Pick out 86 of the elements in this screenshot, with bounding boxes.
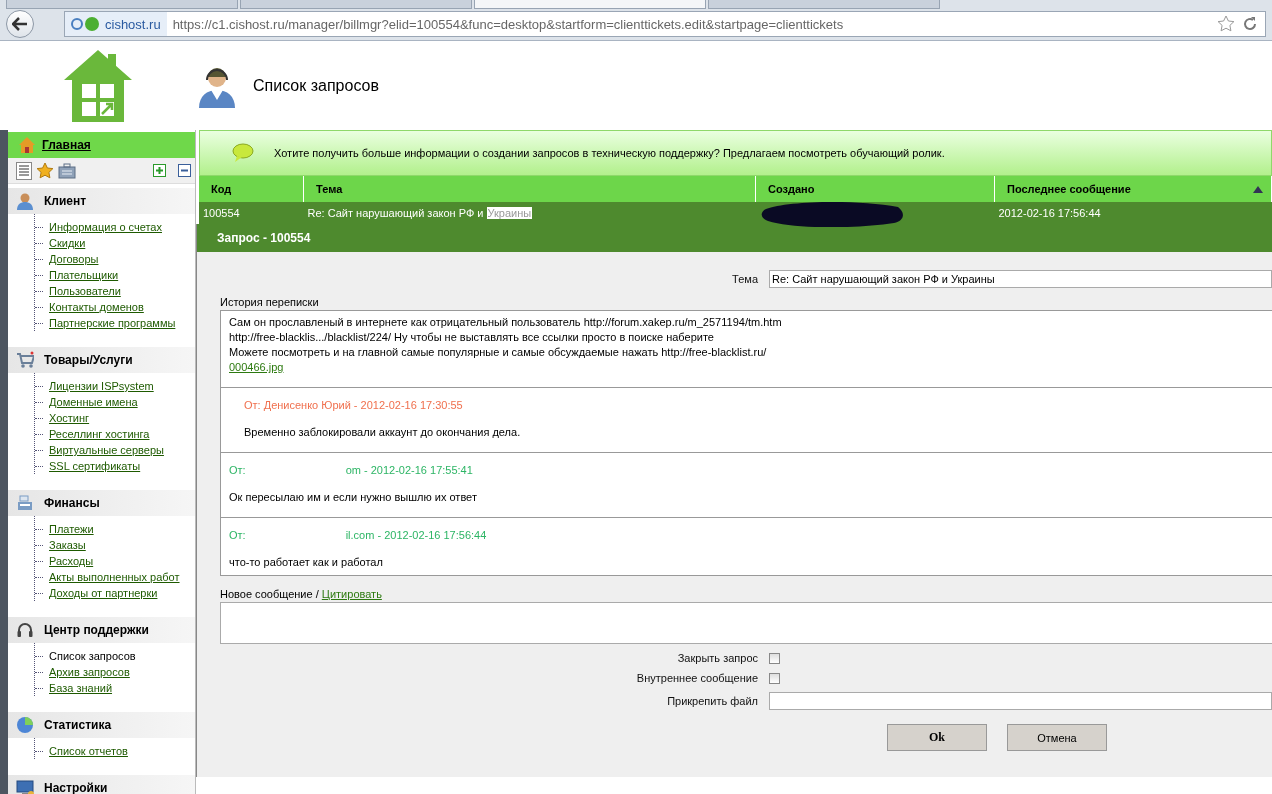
column-header[interactable]: Код bbox=[199, 176, 304, 202]
menu-link[interactable]: Хостинг bbox=[49, 412, 90, 424]
list-view-icon[interactable] bbox=[16, 161, 32, 180]
attachment-link[interactable]: 000466.jpg bbox=[229, 361, 284, 373]
menu-group-header[interactable]: Статистика bbox=[8, 712, 195, 738]
checkbox[interactable] bbox=[769, 652, 780, 664]
message-sender: От: bbox=[229, 528, 246, 543]
menu-link[interactable]: Расходы bbox=[49, 555, 94, 567]
checkbox-label: Закрыть запрос bbox=[676, 652, 758, 664]
menu-link[interactable]: Скидки bbox=[49, 237, 86, 249]
browser-tab[interactable] bbox=[474, 0, 706, 9]
back-arrow-icon bbox=[12, 17, 28, 31]
column-header[interactable]: Тема bbox=[303, 176, 756, 202]
menu-group-header[interactable]: Товары/Услуги bbox=[8, 347, 195, 373]
expand-all-icon[interactable] bbox=[153, 164, 166, 177]
message-sender: От: Денисенко Юрий - 2012-02-16 17:30:55 bbox=[244, 398, 463, 413]
menu-link[interactable]: Список отчетов bbox=[49, 745, 128, 757]
bookmark-star-icon[interactable] bbox=[1217, 15, 1235, 33]
message-sender: om - 2012-02-16 17:55:41 bbox=[345, 463, 473, 478]
topic-field[interactable]: Re: Сайт нарушающий закон РФ и Украины bbox=[769, 270, 1272, 288]
menu-link[interactable]: Контакты доменов bbox=[49, 301, 144, 313]
refresh-icon[interactable] bbox=[1241, 15, 1259, 33]
menu-link[interactable]: База знаний bbox=[49, 682, 113, 694]
table-cell: 100554 bbox=[199, 202, 304, 224]
menu-link[interactable]: Пользователи bbox=[49, 285, 121, 297]
menu-link[interactable]: Доменные имена bbox=[49, 396, 138, 408]
menu-link[interactable]: Реселлинг хостинга bbox=[49, 428, 150, 440]
section-label: История переписки bbox=[220, 296, 320, 308]
menu-link[interactable]: Партнерские программы bbox=[49, 317, 176, 329]
speech-bubble-icon bbox=[232, 143, 254, 163]
message-sender: От: bbox=[229, 463, 246, 478]
headset-icon bbox=[16, 621, 34, 639]
menu-group-header[interactable]: Клиент bbox=[8, 188, 195, 214]
menu-group-header[interactable]: Финансы bbox=[8, 490, 195, 516]
menu-link[interactable]: Список запросов bbox=[49, 650, 136, 662]
message-text: Ок пересылаю им и если нужно вышлю их ответ bbox=[229, 490, 478, 505]
column-header[interactable]: Создано bbox=[755, 176, 995, 202]
address-bar[interactable]: cishost.ru https://c1.cishost.ru/manager/billmgr?elid=100554&func=desktop&startform=clienttickets.edit&startpage=clienttickets bbox=[64, 11, 1266, 37]
message-text: Сам он прославленый в интернете как отрицательный пользователь http://forum.xakep.ru/m_2571194/tm.htm bbox=[229, 315, 783, 330]
message-text: http://free-blacklis.../blacklist/224/ Ну чтобы не выставлять все ссылки просто в поиске наберите bbox=[229, 330, 715, 345]
site-icon bbox=[71, 16, 101, 32]
star-icon[interactable] bbox=[36, 161, 54, 180]
house-icon bbox=[18, 136, 36, 154]
cancel-button[interactable]: Отмена bbox=[1007, 724, 1107, 751]
field-label: Прикрепить файл bbox=[666, 695, 758, 707]
checkbox-label: Внутреннее сообщение bbox=[635, 672, 758, 684]
menu-group-header[interactable]: Центр поддержки bbox=[8, 617, 195, 643]
field-label: Новое сообщение / bbox=[220, 588, 319, 600]
column-header[interactable]: Последнее сообщение bbox=[994, 176, 1272, 202]
back-button[interactable] bbox=[6, 10, 34, 38]
info-text: Хотите получить больше информации о создании запросов в техническую поддержку? Предлагаем посмотреть обучающий ролик. bbox=[274, 147, 945, 159]
page-title: Список запросов bbox=[253, 76, 379, 95]
menu-link[interactable]: Информация о счетах bbox=[49, 221, 162, 233]
menu-group-header[interactable]: Настройки bbox=[8, 775, 195, 794]
cart-icon bbox=[16, 351, 34, 369]
user-icon bbox=[16, 192, 34, 210]
menu-link[interactable]: Лицензии ISPsystem bbox=[49, 380, 154, 392]
menu-link[interactable]: Доходы от партнерки bbox=[49, 587, 158, 599]
message-input[interactable] bbox=[220, 602, 1272, 644]
home-link[interactable]: Главная bbox=[42, 138, 91, 152]
menu-link[interactable]: Платежи bbox=[49, 523, 94, 535]
quote-link[interactable]: Цитировать bbox=[321, 588, 382, 600]
file-field[interactable] bbox=[769, 692, 1272, 710]
ok-button[interactable]: Ok bbox=[887, 724, 987, 751]
field-label: Тема bbox=[731, 273, 758, 285]
table-cell: 2012-02-16 17:56:44 bbox=[994, 202, 1272, 224]
menu-link[interactable]: Плательщики bbox=[49, 269, 119, 281]
menu-link[interactable]: Архив запросов bbox=[49, 666, 130, 678]
menu-link[interactable]: Заказы bbox=[49, 539, 86, 551]
menu-link[interactable]: Акты выполненных работ bbox=[49, 571, 180, 583]
checkbox[interactable] bbox=[769, 672, 780, 684]
site-identity-badge[interactable]: cishost.ru bbox=[65, 12, 167, 36]
menu-link[interactable]: Договоры bbox=[49, 253, 99, 265]
pie-chart-icon bbox=[16, 716, 34, 734]
message-text: Временно заблокировали аккаунт до окончания дела. bbox=[244, 425, 522, 440]
collapse-all-icon[interactable] bbox=[178, 164, 191, 177]
menu-link[interactable]: SSL сертификаты bbox=[49, 460, 141, 472]
monitor-icon bbox=[16, 779, 34, 794]
message-text: Можете посмотреть и на главной самые популярные и самые обсуждаемые нажать http://free-blacklist.ru/ bbox=[229, 345, 768, 360]
dialog-title: Запрос - 100554 bbox=[197, 224, 1272, 252]
menu-link[interactable]: Виртуальные серверы bbox=[49, 444, 164, 456]
message-text: что-то работает как и работал bbox=[229, 555, 384, 570]
message-sender: il.com - 2012-02-16 17:56:44 bbox=[345, 528, 487, 543]
table-cell: Re: Сайт нарушающий закон РФ и Украины bbox=[303, 202, 756, 224]
cash-register-icon bbox=[16, 494, 34, 512]
briefcase-icon[interactable] bbox=[58, 162, 76, 179]
